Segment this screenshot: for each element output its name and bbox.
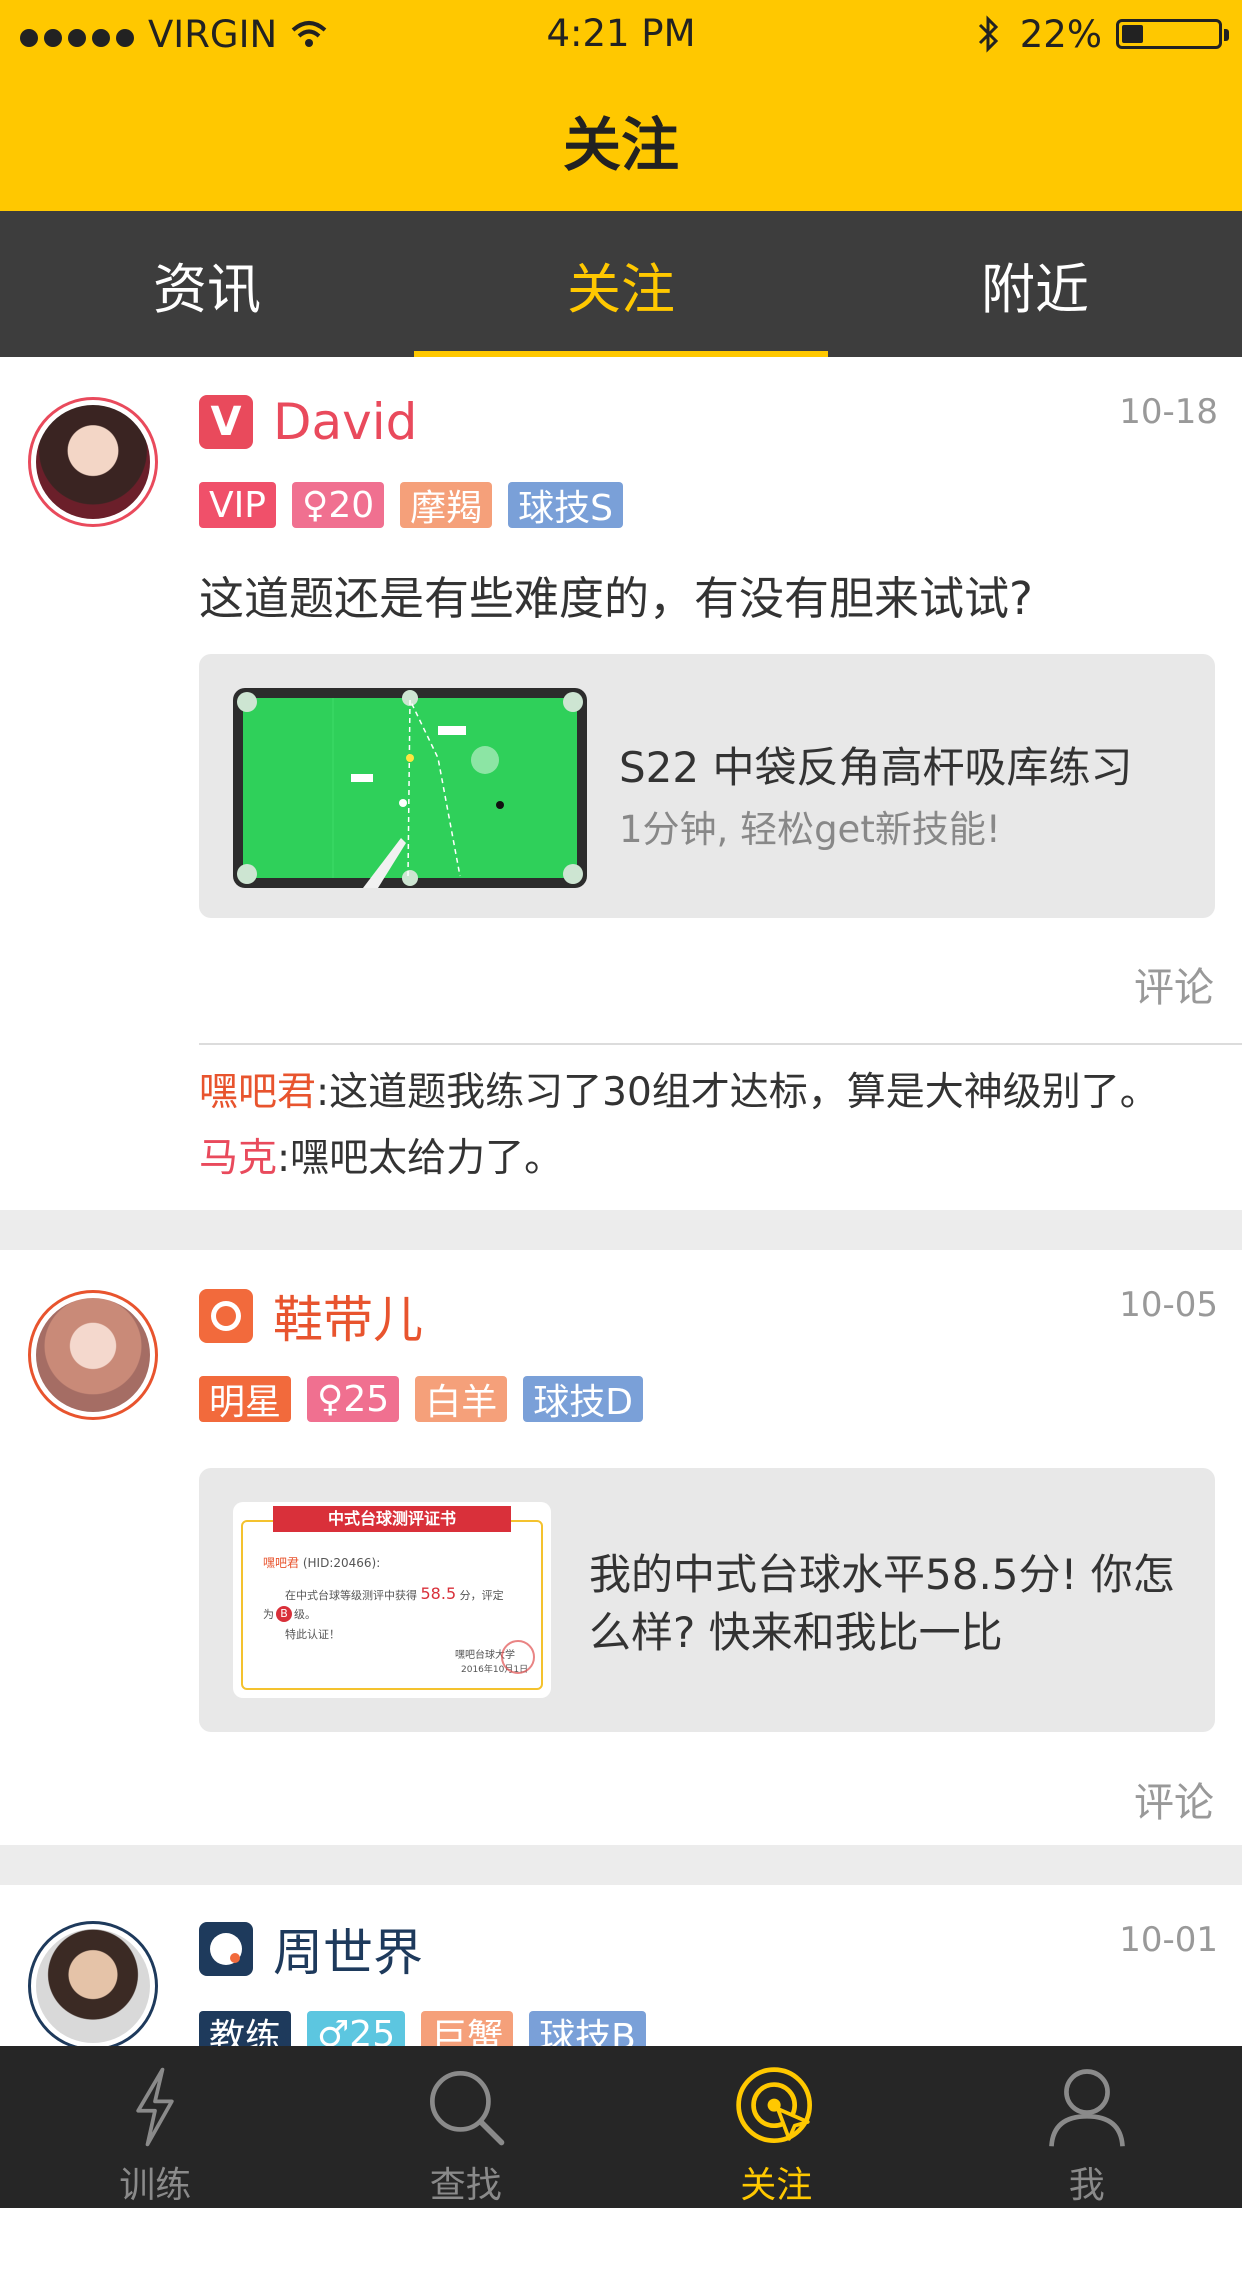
target-cursor-icon: [730, 2064, 822, 2150]
snooker-table-thumbnail: [233, 688, 587, 888]
post-author[interactable]: 鞋带儿: [199, 1288, 423, 1344]
vip-v-icon: V: [199, 395, 253, 449]
seal-stamp-icon: [501, 1640, 535, 1674]
tab-nearby[interactable]: 附近: [828, 211, 1242, 357]
tab-news[interactable]: 资讯: [0, 211, 414, 357]
battery-icon: [1116, 19, 1222, 49]
comment-button[interactable]: 评论: [1134, 1770, 1214, 1828]
reply-text: :这道题我练习了30组才达标，算是大神级别了。: [316, 1070, 1159, 1115]
certificate-for: 为: [263, 1606, 274, 1622]
avatar[interactable]: [28, 1290, 158, 1420]
card-title: 我的中式台球水平58.5分! 你怎么样? 快来和我比一比: [589, 1546, 1179, 1662]
certificate-special: 特此认证！: [285, 1626, 340, 1642]
bottom-tab-bar: 训练 查找 关注 我: [0, 2046, 1242, 2208]
avatar[interactable]: [28, 1921, 158, 2051]
feed-post: 鞋带儿 10-05 明星 ♀25 白羊 球技D 中式台球测评证书 嘿吧君 (HI…: [0, 1250, 1242, 1845]
bluetooth-icon: [976, 14, 1002, 54]
feed: V David 10-18 VIP ♀20 摩羯 球技S 这道题还是有些难度的，…: [0, 357, 1242, 2285]
tabbar-label: 关注: [740, 2156, 812, 2208]
certificate-id: (HID:20466):: [303, 1556, 380, 1570]
author-name: 周世界: [273, 1913, 423, 1985]
tabbar-label: 训练: [119, 2156, 191, 2208]
avatar[interactable]: [28, 397, 158, 527]
certificate-line-end: 分，评定: [460, 1589, 504, 1602]
user-tags: 明星 ♀25 白羊 球技D: [199, 1376, 643, 1422]
reply-text: :嘿吧太给力了。: [277, 1136, 563, 1181]
tag-zodiac: 白羊: [415, 1376, 507, 1422]
tab-following[interactable]: 关注: [414, 211, 828, 357]
post-author[interactable]: V David: [199, 394, 417, 450]
post-date: 10-18: [1119, 392, 1218, 432]
battery-percent: 22%: [1020, 13, 1102, 56]
shared-card[interactable]: S22 中袋反角高杆吸库练习 1分钟, 轻松get新技能!: [199, 654, 1215, 918]
feed-post: V David 10-18 VIP ♀20 摩羯 球技S 这道题还是有些难度的，…: [0, 357, 1242, 1210]
tabbar-item-train[interactable]: 训练: [0, 2046, 311, 2208]
user-icon: [1041, 2064, 1133, 2150]
certificate-thumbnail: 中式台球测评证书 嘿吧君 (HID:20466): 在中式台球等级测评中获得 5…: [233, 1502, 551, 1698]
reply-item: 嘿吧君:这道题我练习了30组才达标，算是大神级别了。: [199, 1061, 1159, 1117]
certificate-line: 在中式台球等级测评中获得: [285, 1589, 417, 1602]
tag-rank: VIP: [199, 482, 276, 528]
reply-author[interactable]: 马克: [199, 1136, 277, 1181]
tag-gender-age: ♀25: [307, 1376, 399, 1422]
tag-skill: 球技D: [523, 1376, 643, 1422]
post-text: 这道题还是有些难度的，有没有胆来试试?: [199, 562, 1033, 627]
comment-button[interactable]: 评论: [1134, 955, 1214, 1013]
nav-bar: 关注: [0, 68, 1242, 211]
star-sun-icon: [199, 1289, 253, 1343]
tabbar-item-follow[interactable]: 关注: [621, 2046, 932, 2208]
lightning-icon: [109, 2064, 201, 2150]
tabbar-item-me[interactable]: 我: [932, 2046, 1242, 2208]
author-name: 鞋带儿: [273, 1280, 423, 1352]
card-subtitle: 1分钟, 轻松get新技能!: [619, 799, 1001, 853]
certificate-name: 嘿吧君: [263, 1556, 299, 1570]
card-title: S22 中袋反角高杆吸库练习: [619, 734, 1132, 795]
certificate-score: 58.5: [421, 1584, 457, 1603]
shared-card[interactable]: 中式台球测评证书 嘿吧君 (HID:20466): 在中式台球等级测评中获得 5…: [199, 1468, 1215, 1732]
post-author[interactable]: 周世界: [199, 1921, 423, 1977]
certificate-grade-end: 级。: [294, 1606, 316, 1622]
status-bar: VIRGIN 4:21 PM 22%: [0, 0, 1242, 68]
post-date: 10-01: [1119, 1920, 1218, 1960]
page-title: 关注: [0, 98, 1242, 182]
user-tags: VIP ♀20 摩羯 球技S: [199, 482, 623, 528]
post-date: 10-05: [1119, 1285, 1218, 1325]
certificate-grade: B: [276, 1606, 292, 1622]
reply-item: 马克:嘿吧太给力了。: [199, 1127, 563, 1183]
search-icon: [420, 2064, 512, 2150]
coach-icon: [199, 1922, 253, 1976]
tabbar-item-search[interactable]: 查找: [311, 2046, 622, 2208]
post-separator: [0, 1845, 1242, 1885]
reply-author[interactable]: 嘿吧君: [199, 1070, 316, 1115]
tag-skill: 球技S: [508, 482, 623, 528]
certificate-banner: 中式台球测评证书: [273, 1506, 511, 1532]
tabbar-label: 我: [1069, 2156, 1105, 2208]
author-name: David: [273, 393, 417, 451]
segment-tabs: 资讯 关注 附近: [0, 211, 1242, 357]
tag-zodiac: 摩羯: [400, 482, 492, 528]
tag-rank: 明星: [199, 1376, 291, 1422]
tag-gender-age: ♀20: [292, 482, 384, 528]
divider: [199, 1043, 1242, 1045]
status-right: 22%: [976, 12, 1222, 56]
tabbar-label: 查找: [430, 2156, 502, 2208]
post-separator: [0, 1210, 1242, 1250]
